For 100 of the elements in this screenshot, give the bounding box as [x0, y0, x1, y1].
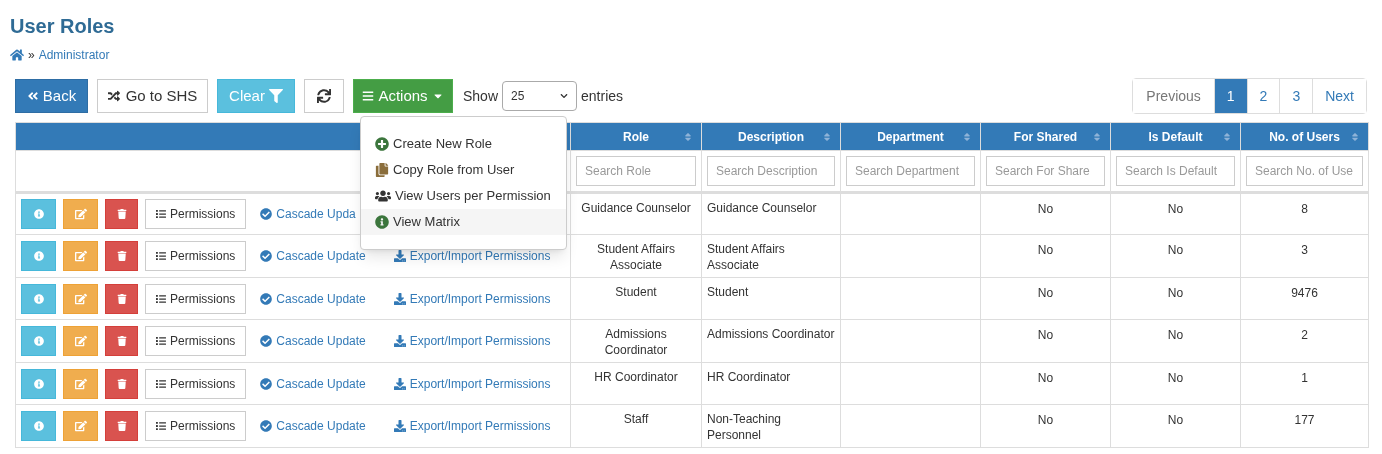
list-icon [156, 293, 166, 304]
edit-button[interactable] [63, 283, 98, 314]
edit-button[interactable] [63, 241, 98, 271]
info-icon [33, 251, 44, 261]
export-import-link[interactable]: Export/Import Permissions [393, 247, 551, 265]
export-import-link[interactable]: Export/Import Permissions [393, 332, 551, 350]
info-button[interactable] [21, 368, 56, 399]
page-title: User Roles [10, 14, 116, 38]
delete-button[interactable] [105, 199, 138, 229]
cascade-update-link[interactable]: Cascade Update [260, 374, 366, 393]
list-icon [156, 209, 166, 219]
info-icon [375, 215, 389, 229]
column-header[interactable]: Is Default [1110, 122, 1241, 151]
description-cell: Guidance Counselor [701, 192, 841, 235]
info-icon [33, 378, 44, 389]
download-icon [393, 420, 406, 432]
info-button[interactable] [21, 326, 56, 356]
delete-button[interactable] [105, 368, 138, 399]
role-cell: Guidance Counselor [570, 192, 702, 235]
delete-button[interactable] [105, 411, 138, 441]
sort-icon [822, 132, 832, 142]
edit-button[interactable] [63, 199, 98, 229]
breadcrumb-link[interactable]: Administrator [38, 46, 110, 64]
trash-icon [116, 251, 127, 261]
export-import-link[interactable]: Export/Import Permissions [393, 374, 551, 393]
delete-button[interactable] [105, 283, 138, 314]
back-button[interactable]: Back [15, 79, 88, 113]
go-to-shs-button[interactable]: Go to SHS [97, 79, 208, 113]
page-size-select[interactable]: 25 [502, 81, 578, 111]
search-field[interactable]: Search Department [846, 156, 975, 186]
actions-dropdown-button[interactable]: Actions [353, 79, 453, 113]
description-cell: HR Coordinator [701, 362, 841, 405]
users-icon [375, 189, 391, 203]
trash-icon [116, 209, 127, 219]
trash-icon [116, 421, 127, 431]
is-default-cell: No [1110, 404, 1241, 448]
edit-icon [74, 335, 87, 347]
pagination-link[interactable]: 1 [1213, 79, 1247, 113]
menu-item[interactable]: Create New Role [361, 131, 566, 157]
is-default-cell: No [1110, 319, 1241, 363]
cascade-update-link[interactable]: Cascade Update [260, 417, 366, 435]
cascade-update-link[interactable]: Cascade Update [260, 289, 366, 308]
sort-icon [1222, 132, 1232, 142]
users-count-cell: 9476 [1240, 277, 1369, 320]
info-button[interactable] [21, 411, 56, 441]
permissions-button[interactable]: Permissions [145, 411, 247, 441]
edit-icon [74, 292, 87, 305]
column-header[interactable]: Department [840, 122, 981, 151]
edit-button[interactable] [63, 411, 98, 441]
trash-icon [116, 293, 127, 304]
column-header[interactable]: No. of Users [1240, 122, 1369, 151]
edit-button[interactable] [63, 368, 98, 399]
download-icon [393, 335, 406, 347]
menu-item[interactable]: View Matrix [361, 209, 566, 235]
export-import-link[interactable]: Export/Import Permissions [393, 417, 551, 435]
refresh-button[interactable] [304, 79, 344, 113]
delete-button[interactable] [105, 241, 138, 271]
info-button[interactable] [21, 283, 56, 314]
info-button[interactable] [21, 241, 56, 271]
shuffle-icon [107, 90, 120, 102]
users-count-cell: 2 [1240, 319, 1369, 363]
for-shared-cell: No [980, 192, 1111, 235]
for-shared-cell: No [980, 234, 1111, 278]
description-cell: Student Affairs Associate [701, 234, 841, 278]
export-import-link[interactable]: Export/Import Permissions [393, 289, 551, 308]
users-count-cell: 1 [1240, 362, 1369, 405]
column-header[interactable]: Description [701, 122, 841, 151]
search-field[interactable]: Search No. of Use [1246, 156, 1363, 186]
trash-icon [116, 378, 127, 389]
role-cell: HR Coordinator [570, 362, 702, 405]
column-header[interactable]: For Shared [980, 122, 1111, 151]
delete-button[interactable] [105, 326, 138, 356]
permissions-button[interactable]: Permissions [145, 199, 247, 229]
home-icon[interactable] [10, 48, 24, 62]
download-icon [393, 377, 406, 390]
menu-item[interactable]: View Users per Permission [361, 183, 566, 209]
info-button[interactable] [21, 199, 56, 229]
cascade-update-link[interactable]: Cascade Update [260, 332, 366, 350]
column-header[interactable]: Role [570, 122, 702, 151]
permissions-button[interactable]: Permissions [145, 241, 247, 271]
list-icon [156, 421, 166, 431]
trash-icon [116, 336, 127, 346]
permissions-button[interactable]: Permissions [145, 326, 247, 356]
search-field[interactable]: Search Is Default [1116, 156, 1235, 186]
cascade-update-link[interactable]: Cascade Update [260, 247, 366, 265]
pagination-link[interactable]: Next [1312, 79, 1366, 113]
show-label: Show [463, 86, 499, 106]
cascade-update-link[interactable]: Cascade Upda [260, 205, 356, 223]
copy-icon [375, 163, 389, 177]
info-icon [33, 209, 44, 219]
edit-button[interactable] [63, 326, 98, 356]
search-field[interactable]: Search Description [707, 156, 835, 186]
sort-icon [1350, 132, 1360, 142]
double-left-icon [26, 90, 39, 102]
download-icon [393, 250, 406, 262]
permissions-button[interactable]: Permissions [145, 283, 247, 314]
search-field[interactable]: Search For Share [986, 156, 1105, 186]
breadcrumb-separator: » [28, 47, 35, 64]
search-field[interactable]: Search Role [576, 156, 696, 186]
permissions-button[interactable]: Permissions [145, 368, 247, 399]
